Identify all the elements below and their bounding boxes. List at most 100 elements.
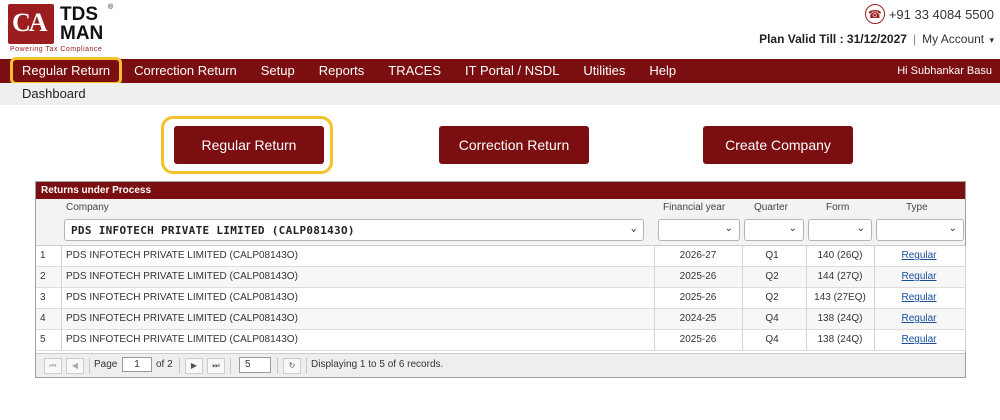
table-row[interactable]: 4 PDS INFOTECH PRIVATE LIMITED (CALP0814…: [36, 309, 965, 330]
financial-year-filter-select[interactable]: ⌄: [658, 219, 740, 241]
logo-text-tds: TDS: [60, 4, 98, 25]
page-label: Page: [94, 359, 118, 370]
row-company: PDS INFOTECH PRIVATE LIMITED (CALP08143O…: [66, 313, 298, 324]
header-separator: |: [912, 32, 917, 46]
phone-number: +91 33 4084 5500: [888, 6, 994, 22]
chevron-down-icon: ⌄: [630, 223, 637, 234]
type-filter-select[interactable]: ⌄: [876, 219, 964, 241]
header-company: Company: [66, 202, 109, 213]
main-navbar: Regular Return Correction Return Setup R…: [0, 57, 1000, 85]
plan-valid-label: Plan Valid Till : 31/12/2027: [759, 32, 907, 46]
nav-setup[interactable]: Setup: [249, 59, 307, 83]
pager-divider: [277, 358, 278, 374]
row-quarter: Q4: [765, 313, 779, 324]
row-financial-year: 2024-25: [679, 313, 717, 324]
nav-correction-return[interactable]: Correction Return: [122, 59, 249, 83]
grid-title: Returns under Process: [36, 182, 965, 199]
create-company-button[interactable]: Create Company: [703, 126, 853, 164]
nav-reports[interactable]: Reports: [307, 59, 377, 83]
header-form: Form: [826, 202, 850, 213]
row-company: PDS INFOTECH PRIVATE LIMITED (CALP08143O…: [66, 292, 298, 303]
row-form: 138 (24Q): [817, 334, 863, 345]
column-divider: [61, 246, 62, 351]
nav-regular-return[interactable]: Regular Return: [10, 57, 123, 85]
prev-page-button[interactable]: ◀: [66, 358, 84, 374]
table-row[interactable]: 2 PDS INFOTECH PRIVATE LIMITED (CALP0814…: [36, 267, 965, 288]
refresh-icon[interactable]: ↻: [283, 358, 301, 374]
row-type-link[interactable]: Regular: [875, 292, 963, 303]
regular-return-button[interactable]: Regular Return: [174, 126, 324, 164]
header-financial-year: Financial year: [663, 202, 726, 213]
column-divider: [742, 246, 743, 351]
page-count-label: of 2: [156, 359, 173, 370]
row-form: 143 (27EQ): [814, 292, 866, 303]
sub-navbar: Dashboard: [0, 83, 1000, 105]
my-account-menu[interactable]: My Account ▾: [922, 32, 994, 46]
pager-divider: [306, 358, 307, 374]
my-account-label: My Account: [922, 32, 985, 46]
row-number: 2: [40, 271, 46, 282]
page-number-input[interactable]: 1: [122, 357, 152, 372]
first-page-button[interactable]: ⏮: [44, 358, 62, 374]
row-type-link[interactable]: Regular: [875, 334, 963, 345]
page-size-value: 5: [245, 359, 251, 370]
phone-icon: ☎: [864, 4, 885, 24]
user-greeting: Hi Subhankar Basu: [897, 65, 992, 77]
table-row[interactable]: 5 PDS INFOTECH PRIVATE LIMITED (CALP0814…: [36, 330, 965, 351]
row-form: 138 (24Q): [817, 313, 863, 324]
chevron-down-icon: ⌄: [856, 223, 865, 234]
column-divider: [874, 246, 875, 351]
returns-grid: Returns under Process Company Financial …: [35, 181, 966, 378]
grid-filter-row: PDS INFOTECH PRIVATE LIMITED (CALP08143O…: [36, 216, 965, 246]
app-header: CA TDS MAN ® Powering Tax Compliance ☎ +…: [0, 0, 1000, 58]
row-quarter: Q2: [765, 271, 779, 282]
row-company: PDS INFOTECH PRIVATE LIMITED (CALP08143O…: [66, 271, 298, 282]
tdsman-logo[interactable]: CA TDS MAN ® Powering Tax Compliance: [8, 4, 118, 54]
subnav-dashboard[interactable]: Dashboard: [22, 86, 86, 101]
chevron-down-icon: ⌄: [788, 223, 797, 234]
page-size-select[interactable]: 5: [239, 357, 271, 373]
nav-it-portal-nsdl[interactable]: IT Portal / NSDL: [453, 59, 571, 83]
column-divider: [654, 246, 655, 351]
quarter-filter-select[interactable]: ⌄: [744, 219, 804, 241]
pager-divider: [89, 358, 90, 374]
row-quarter: Q1: [765, 250, 779, 261]
form-filter-select[interactable]: ⌄: [808, 219, 872, 241]
row-financial-year: 2025-26: [679, 271, 717, 282]
table-row[interactable]: 3 PDS INFOTECH PRIVATE LIMITED (CALP0814…: [36, 288, 965, 309]
company-filter-value: PDS INFOTECH PRIVATE LIMITED (CALP08143O…: [71, 223, 355, 237]
grid-rows: 1 PDS INFOTECH PRIVATE LIMITED (CALP0814…: [36, 246, 966, 351]
chevron-down-icon: ▾: [989, 35, 994, 45]
nav-help[interactable]: Help: [637, 59, 688, 83]
column-divider: [965, 246, 966, 351]
logo-mark: CA: [8, 4, 54, 44]
row-form: 144 (27Q): [817, 271, 863, 282]
row-number: 1: [40, 250, 46, 261]
correction-return-button[interactable]: Correction Return: [439, 126, 589, 164]
logo-mark-text: CA: [12, 8, 48, 37]
row-financial-year: 2025-26: [679, 292, 717, 303]
row-type-link[interactable]: Regular: [875, 313, 963, 324]
company-filter-select[interactable]: PDS INFOTECH PRIVATE LIMITED (CALP08143O…: [64, 219, 644, 241]
row-number: 4: [40, 313, 46, 324]
row-financial-year: 2026-27: [679, 250, 717, 261]
last-page-button[interactable]: ⏭: [207, 358, 225, 374]
logo-text-man: MAN: [60, 23, 104, 44]
row-form: 140 (26Q): [817, 250, 863, 261]
next-page-button[interactable]: ▶: [185, 358, 203, 374]
plan-info-row: Plan Valid Till : 31/12/2027 | My Accoun…: [759, 32, 994, 46]
chevron-down-icon: ⌄: [724, 223, 733, 234]
nav-utilities[interactable]: Utilities: [571, 59, 637, 83]
column-divider: [806, 246, 807, 351]
row-number: 3: [40, 292, 46, 303]
pager-divider: [179, 358, 180, 374]
logo-tagline: Powering Tax Compliance: [10, 46, 103, 53]
row-quarter: Q2: [765, 292, 779, 303]
nav-traces[interactable]: TRACES: [376, 59, 453, 83]
logo-registered-mark: ®: [108, 4, 114, 11]
row-type-link[interactable]: Regular: [875, 250, 963, 261]
table-row[interactable]: 1 PDS INFOTECH PRIVATE LIMITED (CALP0814…: [36, 246, 965, 267]
records-status: Displaying 1 to 5 of 6 records.: [311, 359, 444, 370]
row-type-link[interactable]: Regular: [875, 271, 963, 282]
row-quarter: Q4: [765, 334, 779, 345]
